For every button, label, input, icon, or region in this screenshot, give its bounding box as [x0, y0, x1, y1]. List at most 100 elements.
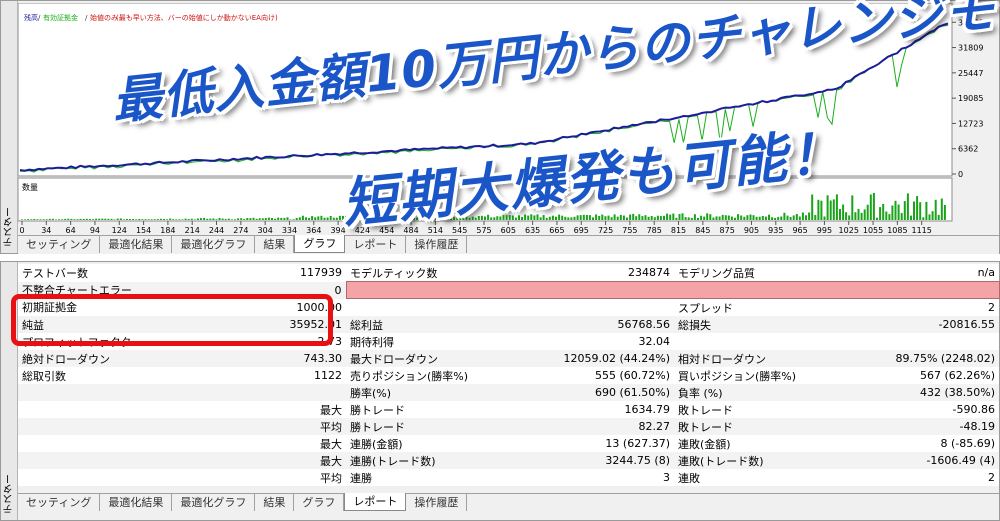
value-absolute-drawdown: 743.30 [186, 350, 346, 367]
tab-4[interactable]: グラフ [294, 494, 345, 511]
modeling-quality-bar [345, 281, 1000, 299]
volume-bar [317, 216, 320, 220]
volume-bar [252, 217, 255, 220]
chart-legend: 残高 / 有効証拠金 / 始値のみ (最も早い方法、バーの始値にしか動かないEA… [24, 13, 278, 22]
volume-bar [592, 217, 594, 220]
tab-2[interactable]: 最適化グラフ [172, 236, 256, 253]
value-expected-payoff: 32.04 [514, 333, 674, 350]
tab-5[interactable]: レポート [344, 493, 407, 511]
volume-bar [829, 200, 832, 220]
tab-4[interactable]: グラフ [294, 235, 346, 253]
volume-bar [92, 219, 94, 220]
volume-bar [234, 219, 236, 220]
tab-3[interactable]: 結果 [255, 494, 295, 511]
x-tick-label: 965 [792, 226, 807, 235]
volume-bar [206, 218, 209, 220]
volume-bar [190, 218, 193, 220]
y-tick-label: 6362 [958, 145, 978, 154]
volume-bar [240, 218, 243, 220]
volume-bar [58, 219, 60, 220]
label-consecutive-wins-count: 連勝(トレード数) [346, 452, 514, 469]
volume-bar [585, 214, 588, 220]
tab-0[interactable]: セッティング [18, 236, 101, 253]
volume-bar [311, 216, 314, 220]
x-tick-label: 635 [525, 226, 540, 235]
tab-3[interactable]: 結果 [255, 236, 295, 253]
tab-1[interactable]: 最適化結果 [100, 494, 173, 511]
volume-bar [758, 216, 761, 220]
volume-bar [51, 218, 54, 220]
label-long-positions: 買いポジション(勝率%) [674, 367, 842, 384]
volume-bar [570, 217, 573, 220]
volume-bar [869, 194, 872, 220]
tab-0[interactable]: セッティング [18, 494, 101, 511]
tab-2[interactable]: 最適化グラフ [172, 494, 256, 511]
label-profit-trades: 勝率(%) [346, 384, 514, 401]
volume-bar [320, 215, 323, 220]
volume-bar [246, 218, 249, 220]
label-average-profit-trade: 勝トレード [346, 418, 514, 435]
value-average-consecutive-losses: 2 [842, 469, 999, 486]
volume-bar [774, 217, 777, 220]
volume-bar [740, 215, 743, 220]
volume-bar [789, 217, 792, 220]
volume-bar [712, 217, 715, 220]
volume-bar [338, 215, 341, 220]
volume-bar [937, 214, 940, 220]
report-row: 最大 勝トレード 1634.79 敗トレード -590.86 [18, 401, 999, 418]
volume-bar [906, 193, 909, 220]
volume-bar [280, 217, 283, 220]
volume-bar [292, 219, 295, 220]
tab-1[interactable]: 最適化結果 [100, 236, 173, 253]
volume-bar [811, 194, 814, 220]
tester-side-tab[interactable]: テスター [1, 1, 18, 253]
value-long-positions: 567 (62.26%) [842, 367, 999, 384]
tester-tabs-bottom: セッティング 最適化結果 最適化グラフ 結果 グラフ レポート 操作履歴 [18, 493, 999, 512]
value-modeling-quality: n/a [842, 264, 999, 282]
volume-bar [301, 215, 304, 220]
volume-bar [545, 217, 548, 220]
volume-bar [913, 201, 915, 220]
volume-bar [805, 215, 807, 220]
label-average-loss-trade: 敗トレード [674, 418, 842, 435]
x-tick-label: 575 [476, 226, 491, 235]
volume-bar [598, 215, 601, 220]
volume-bar [783, 212, 786, 220]
label-maximum: 最大 [186, 435, 346, 452]
volume-bar [823, 216, 826, 220]
volume-bar [295, 218, 298, 220]
volume-bar [845, 212, 848, 220]
volume-bar [885, 211, 888, 220]
x-tick-label: 1055 [863, 226, 883, 235]
volume-bar [919, 202, 922, 220]
volume-bar [604, 216, 607, 220]
volume-bar [641, 216, 644, 220]
volume-bar [67, 218, 70, 220]
y-tick-label: 0 [958, 170, 963, 179]
volume-bar [76, 219, 79, 220]
volume-bar [792, 215, 795, 220]
volume-bar [777, 216, 780, 220]
label-average-consecutive-losses: 連敗 [674, 469, 842, 486]
tab-6[interactable]: 操作履歴 [406, 236, 468, 253]
volume-bar [283, 217, 286, 220]
volume-bar [323, 217, 326, 220]
volume-bar [693, 214, 696, 220]
tab-5[interactable]: レポート [345, 236, 407, 253]
volume-bar [737, 214, 740, 220]
volume-bar [801, 212, 804, 220]
volume-bar [943, 205, 946, 220]
volume-bar [709, 214, 712, 220]
report-row: 平均 連勝 3 連敗 2 [18, 469, 999, 486]
volume-bar [866, 204, 869, 220]
tab-6[interactable]: 操作履歴 [406, 494, 468, 511]
x-tick-label: 64 [66, 226, 76, 235]
volume-bar [817, 199, 820, 220]
volume-bar [567, 217, 570, 220]
volume-bar [761, 216, 764, 220]
value-total-trades: 1122 [186, 367, 346, 384]
volume-bar [200, 218, 202, 220]
x-tick-label: 0 [19, 226, 24, 235]
x-tick-label: 935 [768, 226, 783, 235]
volume-bar [638, 214, 641, 220]
